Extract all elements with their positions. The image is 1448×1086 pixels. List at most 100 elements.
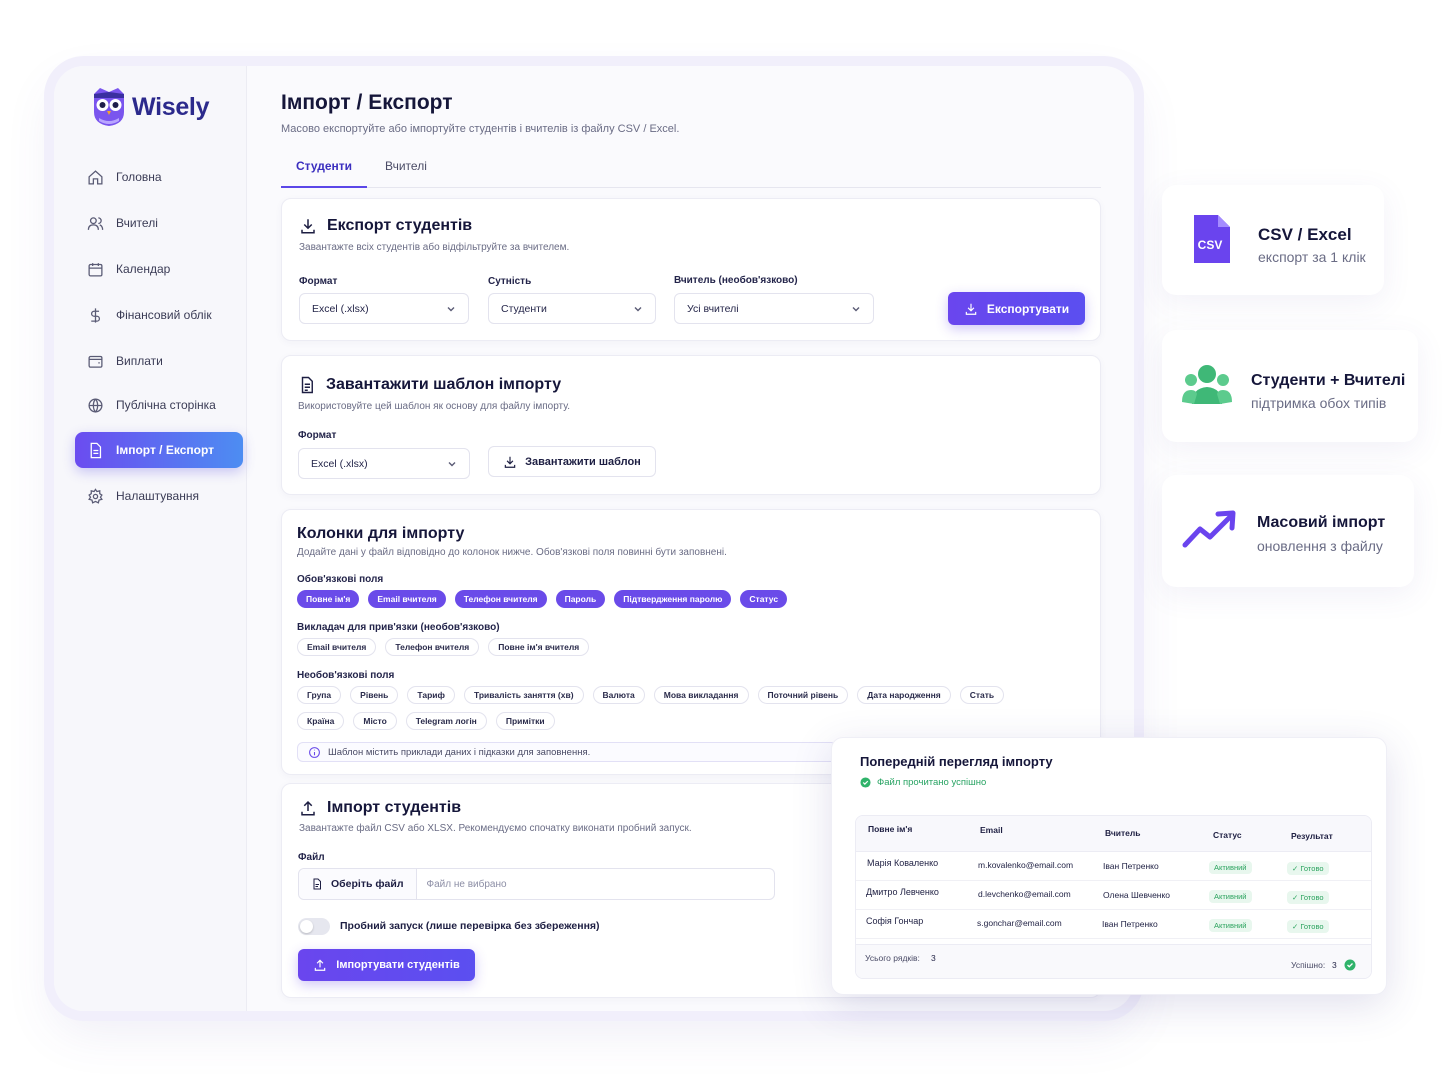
export-button-label: Експортувати: [986, 301, 1070, 316]
result-badge: ✓ Готово: [1287, 891, 1329, 904]
optional-chips: Група Рівень Тариф Тривалість заняття (х…: [297, 686, 1057, 730]
teacher-link-chip: Повне ім'я вчителя: [488, 638, 590, 656]
table-cell: Олена Шевченко: [1103, 890, 1171, 900]
export-card: Експорт студентів Завантажте всіх студен…: [281, 198, 1101, 341]
file-label: Файл: [298, 852, 325, 863]
tab-teachers[interactable]: Вчителі: [370, 159, 442, 188]
choose-file-button[interactable]: Оберіть файл: [299, 869, 417, 899]
columns-title: Колонки для імпорту: [297, 525, 465, 542]
download-icon: [504, 456, 516, 468]
download-template-label: Завантажити шаблон: [525, 455, 641, 468]
sidebar-item-teachers[interactable]: Вчителі: [75, 205, 243, 241]
wallet-icon: [88, 355, 103, 368]
preview-table: Повне ім'я Email Вчитель Статус Результа…: [855, 815, 1372, 979]
select-value: Excel (.xlsx): [311, 457, 368, 470]
result-badge: ✓ Готово: [1287, 920, 1329, 933]
template-format-select[interactable]: Excel (.xlsx): [298, 448, 470, 479]
preview-status: Файл прочитано успішно: [860, 777, 986, 788]
chevron-down-icon: [448, 461, 456, 466]
check-circle-icon: [1344, 959, 1356, 971]
optional-chip: Валюта: [592, 686, 645, 704]
select-value: Студенти: [501, 302, 547, 315]
entity-select[interactable]: Студенти: [488, 293, 656, 324]
optional-chip: Примітки: [495, 712, 555, 730]
sidebar-item-label: Вчителі: [116, 216, 158, 230]
download-icon: [965, 303, 977, 315]
teacher-select[interactable]: Усі вчителі: [674, 293, 874, 324]
required-chip: Статус: [740, 590, 788, 608]
file-input[interactable]: Оберіть файл Файл не вибрано: [298, 868, 775, 900]
sidebar-item-payouts[interactable]: Виплати: [75, 343, 243, 379]
columns-subtitle: Додайте дані у файл відповідно до колоно…: [297, 547, 727, 558]
sidebar-item-label: Фінансовий облік: [116, 308, 212, 322]
feature-card-csv: CSV CSV / Excel експорт за 1 клік: [1162, 185, 1384, 295]
sidebar-item-calendar[interactable]: Календар: [75, 251, 243, 287]
sidebar-item-public-page[interactable]: Публічна сторінка: [75, 387, 243, 423]
total-rows-label: Усього рядків:: [865, 953, 920, 963]
sidebar-item-label: Публічна сторінка: [116, 398, 216, 412]
optional-chip: Поточний рівень: [757, 686, 849, 704]
feature-title: Масовий імпорт: [1257, 514, 1386, 531]
required-chips: Повне ім'я Email вчителя Телефон вчителя…: [297, 590, 1057, 608]
export-title: Експорт студентів: [299, 217, 472, 235]
total-rows-value: 3: [931, 953, 936, 963]
teacher-link-chips: Email вчителя Телефон вчителя Повне ім'я…: [297, 638, 1057, 656]
export-format-select[interactable]: Excel (.xlsx): [299, 293, 469, 324]
column-header: Результат: [1291, 831, 1333, 841]
app-name: Wisely: [132, 92, 210, 121]
tab-students[interactable]: Студенти: [281, 159, 368, 188]
table-cell: Дмитро Левченко: [866, 887, 939, 897]
chevron-down-icon: [634, 306, 642, 311]
feature-card-students-teachers: Студенти + Вчителі підтримка обох типів: [1162, 330, 1418, 442]
columns-card: Колонки для імпорту Додайте дані у файл …: [281, 509, 1101, 775]
required-chip: Підтвердження паролю: [614, 590, 732, 608]
logo[interactable]: Wisely: [90, 86, 209, 128]
dry-run-toggle[interactable]: [298, 918, 330, 935]
optional-chip: Тариф: [407, 686, 455, 704]
sidebar-item-label: Календар: [116, 262, 171, 276]
table-row: Марія Коваленко m.kovalenko@email.com Ів…: [856, 852, 1371, 881]
export-button[interactable]: Експортувати: [948, 292, 1085, 325]
check-circle-icon: [860, 777, 871, 788]
upload-icon: [315, 959, 326, 971]
optional-chip: Стать: [959, 686, 1005, 704]
optional-chip: Тривалість заняття (хв): [463, 686, 584, 704]
download-template-button[interactable]: Завантажити шаблон: [488, 446, 656, 477]
owl-logo-icon: [94, 88, 124, 126]
info-icon: [309, 746, 320, 758]
success-value: 3: [1332, 960, 1337, 970]
sidebar-item-import-export[interactable]: Імпорт / Експорт: [75, 432, 243, 468]
page-title: Імпорт / Експорт: [281, 91, 453, 114]
result-badge: ✓ Готово: [1287, 862, 1329, 875]
status-badge: Активний: [1209, 919, 1252, 932]
table-cell: Марія Коваленко: [867, 858, 939, 868]
feature-card-bulk-import: Масовий імпорт оновлення з файлу: [1162, 475, 1414, 587]
table-footer: Усього рядків: 3 Успішно: 3: [856, 944, 1371, 978]
dollar-icon: [90, 307, 101, 323]
users-icon: [87, 216, 104, 230]
format-label: Формат: [298, 430, 337, 441]
people-group-icon: [1182, 365, 1232, 404]
column-header: Email: [980, 825, 1003, 835]
table-cell: Іван Петренко: [1103, 861, 1159, 871]
svg-text:CSV: CSV: [1198, 238, 1223, 252]
sidebar-item-label: Головна: [116, 170, 162, 184]
table-cell: d.levchenko@email.com: [978, 889, 1071, 899]
upload-icon: [301, 800, 315, 816]
optional-chip: Місто: [353, 712, 397, 730]
file-icon: [90, 442, 102, 458]
success-label: Успішно:: [1291, 960, 1326, 970]
sidebar-item-settings[interactable]: Налаштування: [75, 478, 243, 514]
sidebar-item-label: Імпорт / Експорт: [116, 443, 214, 457]
import-subtitle: Завантажте файл CSV або XLSX. Рекомендує…: [299, 823, 692, 834]
template-card: Завантажити шаблон імпорту Використовуйт…: [281, 355, 1101, 495]
sidebar-item-home[interactable]: Головна: [75, 159, 243, 195]
globe-icon: [88, 397, 103, 413]
optional-chip: Дата народження: [857, 686, 951, 704]
status-badge: Активний: [1209, 861, 1252, 874]
gear-icon: [88, 487, 103, 504]
import-students-button[interactable]: Імпортувати студентів: [298, 949, 475, 981]
info-text: Шаблон містить приклади даних і підказки…: [328, 746, 591, 758]
required-chip: Пароль: [555, 590, 606, 608]
sidebar-item-finance[interactable]: Фінансовий облік: [75, 297, 243, 333]
